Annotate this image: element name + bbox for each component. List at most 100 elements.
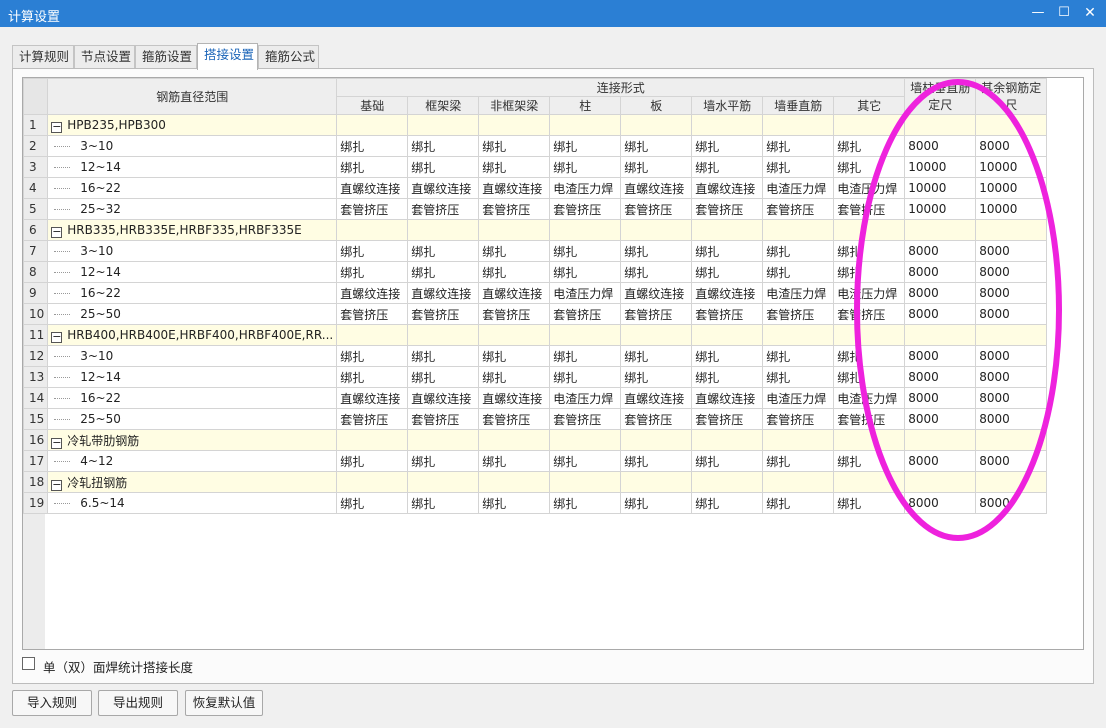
- connection-cell[interactable]: 套管挤压: [620, 303, 693, 325]
- tab-lap-settings[interactable]: 搭接设置: [197, 43, 258, 70]
- connection-cell[interactable]: 电渣压力焊: [833, 387, 906, 409]
- connection-cell[interactable]: 套管挤压: [336, 408, 409, 430]
- restore-defaults-button[interactable]: 恢复默认值: [185, 690, 263, 716]
- wall-column-length-cell[interactable]: 8000: [904, 450, 977, 472]
- wall-column-length-cell[interactable]: 8000: [904, 240, 977, 262]
- connection-cell[interactable]: 套管挤压: [478, 408, 551, 430]
- connection-cell[interactable]: 套管挤压: [762, 198, 835, 220]
- collapse-icon[interactable]: −: [51, 226, 63, 238]
- connection-cell[interactable]: 绑扎: [336, 492, 409, 514]
- connection-cell[interactable]: 套管挤压: [833, 408, 906, 430]
- connection-cell[interactable]: 绑扎: [549, 366, 622, 388]
- connection-cell[interactable]: 绑扎: [620, 345, 693, 367]
- connection-cell[interactable]: 绑扎: [833, 492, 906, 514]
- connection-cell[interactable]: 套管挤压: [691, 408, 764, 430]
- connection-cell[interactable]: 绑扎: [478, 492, 551, 514]
- connection-cell[interactable]: 绑扎: [620, 366, 693, 388]
- weld-length-checkbox[interactable]: [22, 657, 35, 670]
- connection-cell[interactable]: 直螺纹连接: [336, 177, 409, 199]
- connection-cell[interactable]: 电渣压力焊: [762, 177, 835, 199]
- connection-cell[interactable]: 绑扎: [762, 492, 835, 514]
- connection-cell[interactable]: 直螺纹连接: [620, 387, 693, 409]
- connection-cell[interactable]: 套管挤压: [407, 303, 480, 325]
- wall-column-length-cell[interactable]: 10000: [904, 198, 977, 220]
- connection-cell[interactable]: 绑扎: [691, 261, 764, 283]
- connection-cell[interactable]: 套管挤压: [336, 303, 409, 325]
- connection-cell[interactable]: 套管挤压: [833, 303, 906, 325]
- connection-cell[interactable]: 绑扎: [833, 450, 906, 472]
- connection-cell[interactable]: 绑扎: [549, 240, 622, 262]
- wall-column-length-cell[interactable]: 8000: [904, 345, 977, 367]
- minimize-icon[interactable]: —: [1027, 3, 1049, 23]
- collapse-icon[interactable]: −: [51, 121, 63, 133]
- connection-cell[interactable]: 绑扎: [407, 366, 480, 388]
- connection-cell[interactable]: 套管挤压: [407, 198, 480, 220]
- connection-cell[interactable]: 绑扎: [549, 492, 622, 514]
- connection-cell[interactable]: 绑扎: [549, 450, 622, 472]
- wall-column-length-cell[interactable]: 8000: [904, 366, 977, 388]
- other-length-cell[interactable]: 8000: [975, 366, 1048, 388]
- connection-cell[interactable]: 套管挤压: [407, 408, 480, 430]
- connection-cell[interactable]: 绑扎: [620, 261, 693, 283]
- connection-cell[interactable]: 绑扎: [478, 261, 551, 283]
- range-cell[interactable]: 12~14: [47, 156, 338, 178]
- connection-cell[interactable]: 绑扎: [833, 156, 906, 178]
- range-cell[interactable]: 16~22: [47, 387, 338, 409]
- wall-column-length-cell[interactable]: 8000: [904, 261, 977, 283]
- connection-cell[interactable]: 直螺纹连接: [407, 387, 480, 409]
- connection-cell[interactable]: 绑扎: [478, 450, 551, 472]
- range-cell[interactable]: 16~22: [47, 282, 338, 304]
- wall-column-length-cell[interactable]: 10000: [904, 156, 977, 178]
- connection-cell[interactable]: 绑扎: [336, 240, 409, 262]
- connection-cell[interactable]: 套管挤压: [620, 198, 693, 220]
- import-rules-button[interactable]: 导入规则: [12, 690, 92, 716]
- maximize-icon[interactable]: ☐: [1053, 3, 1075, 23]
- connection-cell[interactable]: 绑扎: [407, 156, 480, 178]
- connection-cell[interactable]: 电渣压力焊: [833, 282, 906, 304]
- connection-cell[interactable]: 绑扎: [478, 345, 551, 367]
- connection-cell[interactable]: 绑扎: [336, 261, 409, 283]
- tab-stirrup-settings[interactable]: 箍筋设置: [135, 45, 197, 69]
- connection-cell[interactable]: 套管挤压: [549, 408, 622, 430]
- connection-cell[interactable]: 绑扎: [620, 156, 693, 178]
- range-cell[interactable]: 25~32: [47, 198, 338, 220]
- connection-cell[interactable]: 绑扎: [691, 156, 764, 178]
- connection-cell[interactable]: 绑扎: [833, 135, 906, 157]
- connection-cell[interactable]: 绑扎: [833, 345, 906, 367]
- connection-cell[interactable]: 绑扎: [691, 366, 764, 388]
- connection-cell[interactable]: 套管挤压: [549, 303, 622, 325]
- connection-cell[interactable]: 绑扎: [478, 156, 551, 178]
- connection-cell[interactable]: 直螺纹连接: [620, 282, 693, 304]
- connection-cell[interactable]: 绑扎: [407, 492, 480, 514]
- connection-cell[interactable]: 绑扎: [762, 240, 835, 262]
- tab-calc-rules[interactable]: 计算规则: [12, 45, 74, 69]
- collapse-icon[interactable]: −: [51, 331, 63, 343]
- connection-cell[interactable]: 直螺纹连接: [336, 282, 409, 304]
- tab-stirrup-formula[interactable]: 箍筋公式: [258, 45, 319, 69]
- other-length-cell[interactable]: 8000: [975, 345, 1048, 367]
- connection-cell[interactable]: 直螺纹连接: [691, 282, 764, 304]
- connection-cell[interactable]: 直螺纹连接: [691, 177, 764, 199]
- connection-cell[interactable]: 套管挤压: [620, 408, 693, 430]
- connection-cell[interactable]: 电渣压力焊: [549, 387, 622, 409]
- connection-cell[interactable]: 电渣压力焊: [762, 282, 835, 304]
- connection-cell[interactable]: 直螺纹连接: [478, 177, 551, 199]
- connection-cell[interactable]: 绑扎: [549, 156, 622, 178]
- connection-cell[interactable]: 绑扎: [691, 492, 764, 514]
- other-length-cell[interactable]: 8000: [975, 408, 1048, 430]
- wall-column-length-cell[interactable]: 8000: [904, 492, 977, 514]
- connection-cell[interactable]: 绑扎: [620, 135, 693, 157]
- connection-cell[interactable]: 绑扎: [549, 345, 622, 367]
- connection-cell[interactable]: 绑扎: [691, 345, 764, 367]
- connection-cell[interactable]: 套管挤压: [549, 198, 622, 220]
- connection-cell[interactable]: 绑扎: [549, 135, 622, 157]
- connection-cell[interactable]: 绑扎: [833, 240, 906, 262]
- export-rules-button[interactable]: 导出规则: [98, 690, 178, 716]
- range-cell[interactable]: 12~14: [47, 261, 338, 283]
- other-length-cell[interactable]: 8000: [975, 303, 1048, 325]
- range-cell[interactable]: 12~14: [47, 366, 338, 388]
- wall-column-length-cell[interactable]: 8000: [904, 303, 977, 325]
- connection-cell[interactable]: 绑扎: [691, 240, 764, 262]
- connection-cell[interactable]: 绑扎: [549, 261, 622, 283]
- wall-column-length-cell[interactable]: 8000: [904, 135, 977, 157]
